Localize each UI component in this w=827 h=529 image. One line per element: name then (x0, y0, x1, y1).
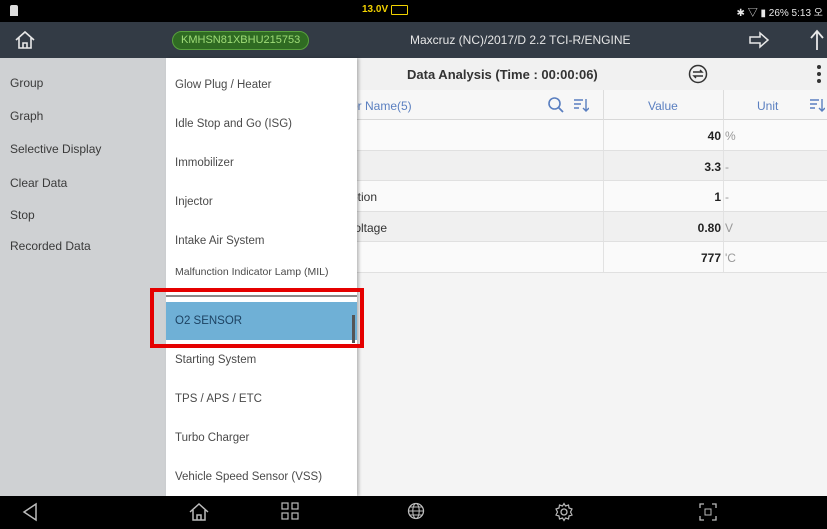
row-value: 1 (714, 190, 721, 205)
table-row[interactable]: 3.3 - (357, 150, 827, 182)
status-bar: 13.0V ✱ ▽ ▮ 26% 5:13 오 (0, 0, 827, 22)
column-divider (723, 211, 724, 242)
row-unit: - (725, 190, 729, 205)
apps-icon[interactable] (281, 502, 299, 525)
sort-icon[interactable] (809, 97, 826, 113)
row-value: 3.3 (704, 159, 721, 174)
group-dropdown-list[interactable]: Glow Plug / Heater Idle Stop and Go (ISG… (166, 58, 357, 496)
sidebar-item-group[interactable]: Group (10, 76, 43, 90)
home-icon[interactable] (14, 30, 36, 50)
dropdown-item-turbo-charger[interactable]: Turbo Charger (166, 419, 357, 457)
row-unit: - (725, 159, 729, 174)
column-divider (603, 242, 604, 272)
voltage-readout: 13.0V (362, 4, 389, 15)
table-row[interactable]: /oltage 0.80 V (351, 211, 827, 243)
dropdown-item-tps-aps-etc[interactable]: TPS / APS / ETC (166, 380, 357, 418)
column-divider (603, 150, 604, 181)
data-analysis-panel: Data Analysis (Time : 00:00:06) or Name(… (351, 58, 827, 496)
group-select-icon[interactable] (687, 63, 709, 85)
column-divider (723, 150, 724, 181)
table-row[interactable]: 777 'C (357, 242, 827, 273)
sort-icon[interactable] (573, 97, 590, 113)
row-value: 0.80 (697, 220, 721, 235)
sidebar-item-stop[interactable]: Stop (10, 208, 35, 222)
more-vertical-icon[interactable] (816, 64, 822, 84)
dropdown-item-immobilizer[interactable]: Immobilizer (166, 144, 357, 182)
sensor-table: 40 % 3.3 - ption 1 - /oltage 0.80 V 777 … (351, 120, 827, 273)
column-divider (723, 181, 724, 211)
dropdown-item-glow-plug[interactable]: Glow Plug / Heater (166, 66, 357, 104)
battery-icon (391, 5, 408, 15)
column-divider (603, 120, 604, 150)
app-frame: 13.0V ✱ ▽ ▮ 26% 5:13 오 KMHSN81XBHU215753… (0, 0, 827, 529)
upload-icon[interactable] (808, 28, 827, 52)
table-header: or Name(5) Value Unit (351, 90, 827, 120)
column-divider (723, 242, 724, 272)
panel-title-bar: Data Analysis (Time : 00:00:06) (357, 58, 827, 90)
device-icon (10, 5, 18, 16)
highlight-box (150, 288, 364, 348)
screenshot-icon[interactable] (698, 502, 718, 527)
column-divider (723, 90, 724, 120)
column-divider (603, 90, 604, 120)
row-value: 40 (707, 129, 721, 143)
dropdown-item-isg[interactable]: Idle Stop and Go (ISG) (166, 105, 357, 143)
column-sensor-name: or Name(5) (351, 99, 412, 113)
column-value: Value (648, 99, 678, 113)
row-unit: % (725, 129, 736, 143)
app-header: KMHSN81XBHU215753 Maxcruz (NC)/2017/D 2.… (0, 22, 827, 58)
column-divider (603, 181, 604, 211)
sidebar-item-selective-display[interactable]: Selective Display (10, 142, 101, 156)
arrow-right-icon[interactable] (748, 31, 770, 49)
navigation-bar (0, 496, 827, 529)
column-divider (723, 120, 724, 150)
dropdown-item-mil[interactable]: Malfunction Indicator Lamp (MIL) (166, 253, 357, 291)
globe-icon[interactable] (407, 502, 425, 525)
table-row[interactable]: ption 1 - (351, 181, 827, 212)
dropdown-item-injector[interactable]: Injector (166, 183, 357, 221)
dropdown-item-vss[interactable]: Vehicle Speed Sensor (VSS) (166, 458, 357, 496)
search-icon[interactable] (547, 96, 565, 114)
panel-title: Data Analysis (Time : 00:00:06) (407, 67, 598, 82)
row-unit: V (725, 220, 734, 235)
vehicle-title: Maxcruz (NC)/2017/D 2.2 TCI-R/ENGINE (410, 33, 631, 47)
back-icon[interactable] (22, 502, 38, 527)
table-row[interactable]: 40 % (357, 120, 827, 151)
sidebar-item-clear-data[interactable]: Clear Data (10, 176, 67, 190)
column-divider (603, 211, 604, 242)
column-unit: Unit (757, 99, 779, 113)
vin-badge: KMHSN81XBHU215753 (172, 31, 310, 50)
row-value: 777 (700, 251, 721, 266)
settings-icon[interactable] (554, 502, 574, 527)
system-status: ✱ ▽ ▮ 26% 5:13 오 (736, 8, 823, 19)
sidebar-item-graph[interactable]: Graph (10, 109, 43, 123)
sidebar-item-recorded-data[interactable]: Recorded Data (10, 239, 91, 253)
row-unit: 'C (725, 251, 736, 266)
home-icon[interactable] (188, 502, 210, 527)
